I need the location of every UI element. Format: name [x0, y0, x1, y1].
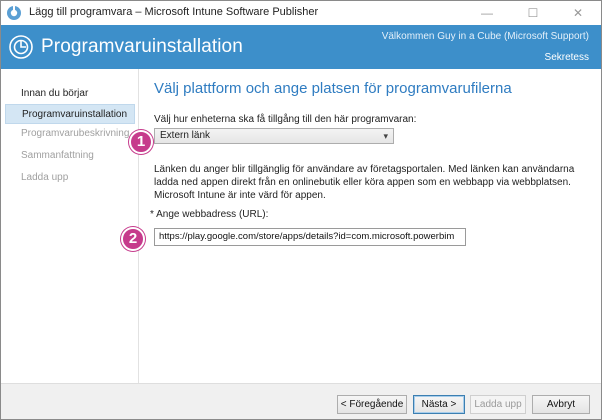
access-method-value: Extern länk	[160, 130, 211, 141]
welcome-text: Välkommen Guy in a Cube (Microsoft Suppo…	[381, 31, 589, 42]
callout-badge-2: 2	[121, 227, 145, 251]
main-content: Välj plattform och ange platsen för prog…	[140, 69, 601, 383]
previous-button[interactable]: < Föregående	[337, 395, 407, 414]
next-button[interactable]: Nästa >	[413, 395, 465, 414]
intune-app-icon	[6, 5, 22, 21]
step-summary: Sammanfattning	[21, 150, 94, 161]
title-bar[interactable]: Lägg till programvara – Microsoft Intune…	[1, 1, 601, 25]
section-heading: Välj plattform och ange platsen för prog…	[154, 80, 512, 97]
external-link-description: Länken du anger blir tillgänglig för anv…	[154, 164, 575, 201]
step-software-description: Programvarubeskrivning	[21, 128, 130, 139]
url-input[interactable]: https://play.google.com/store/apps/detai…	[154, 228, 466, 246]
callout-badge-1: 1	[129, 130, 153, 154]
software-publisher-icon	[9, 35, 33, 59]
chevron-down-icon: ▾	[383, 131, 388, 141]
header-banner: Programvaruinstallation Välkommen Guy in…	[1, 25, 601, 69]
access-method-label: Välj hur enheterna ska få tillgång till …	[154, 114, 417, 125]
minimize-button[interactable]: —	[464, 1, 510, 25]
upload-button: Ladda upp	[470, 395, 526, 414]
privacy-link[interactable]: Sekretess	[545, 52, 589, 63]
step-upload: Ladda upp	[21, 172, 69, 183]
step-software-setup[interactable]: Programvaruinstallation	[5, 104, 135, 124]
url-label: * Ange webbadress (URL):	[150, 209, 269, 220]
wizard-footer: < Föregående Nästa > Ladda upp Avbryt	[1, 383, 601, 419]
window-title: Lägg till programvara – Microsoft Intune…	[29, 6, 319, 18]
app-window: Lägg till programvara – Microsoft Intune…	[0, 0, 602, 420]
cancel-button[interactable]: Avbryt	[532, 395, 590, 414]
access-method-select[interactable]: Extern länk ▾	[154, 128, 394, 144]
page-title: Programvaruinstallation	[41, 36, 243, 57]
step-before-you-begin[interactable]: Innan du börjar	[5, 84, 135, 104]
wizard-steps-sidebar: Innan du börjar Programvaruinstallation …	[1, 69, 139, 383]
close-button[interactable]: ✕	[555, 1, 601, 25]
maximize-button[interactable]: ☐	[510, 1, 556, 25]
